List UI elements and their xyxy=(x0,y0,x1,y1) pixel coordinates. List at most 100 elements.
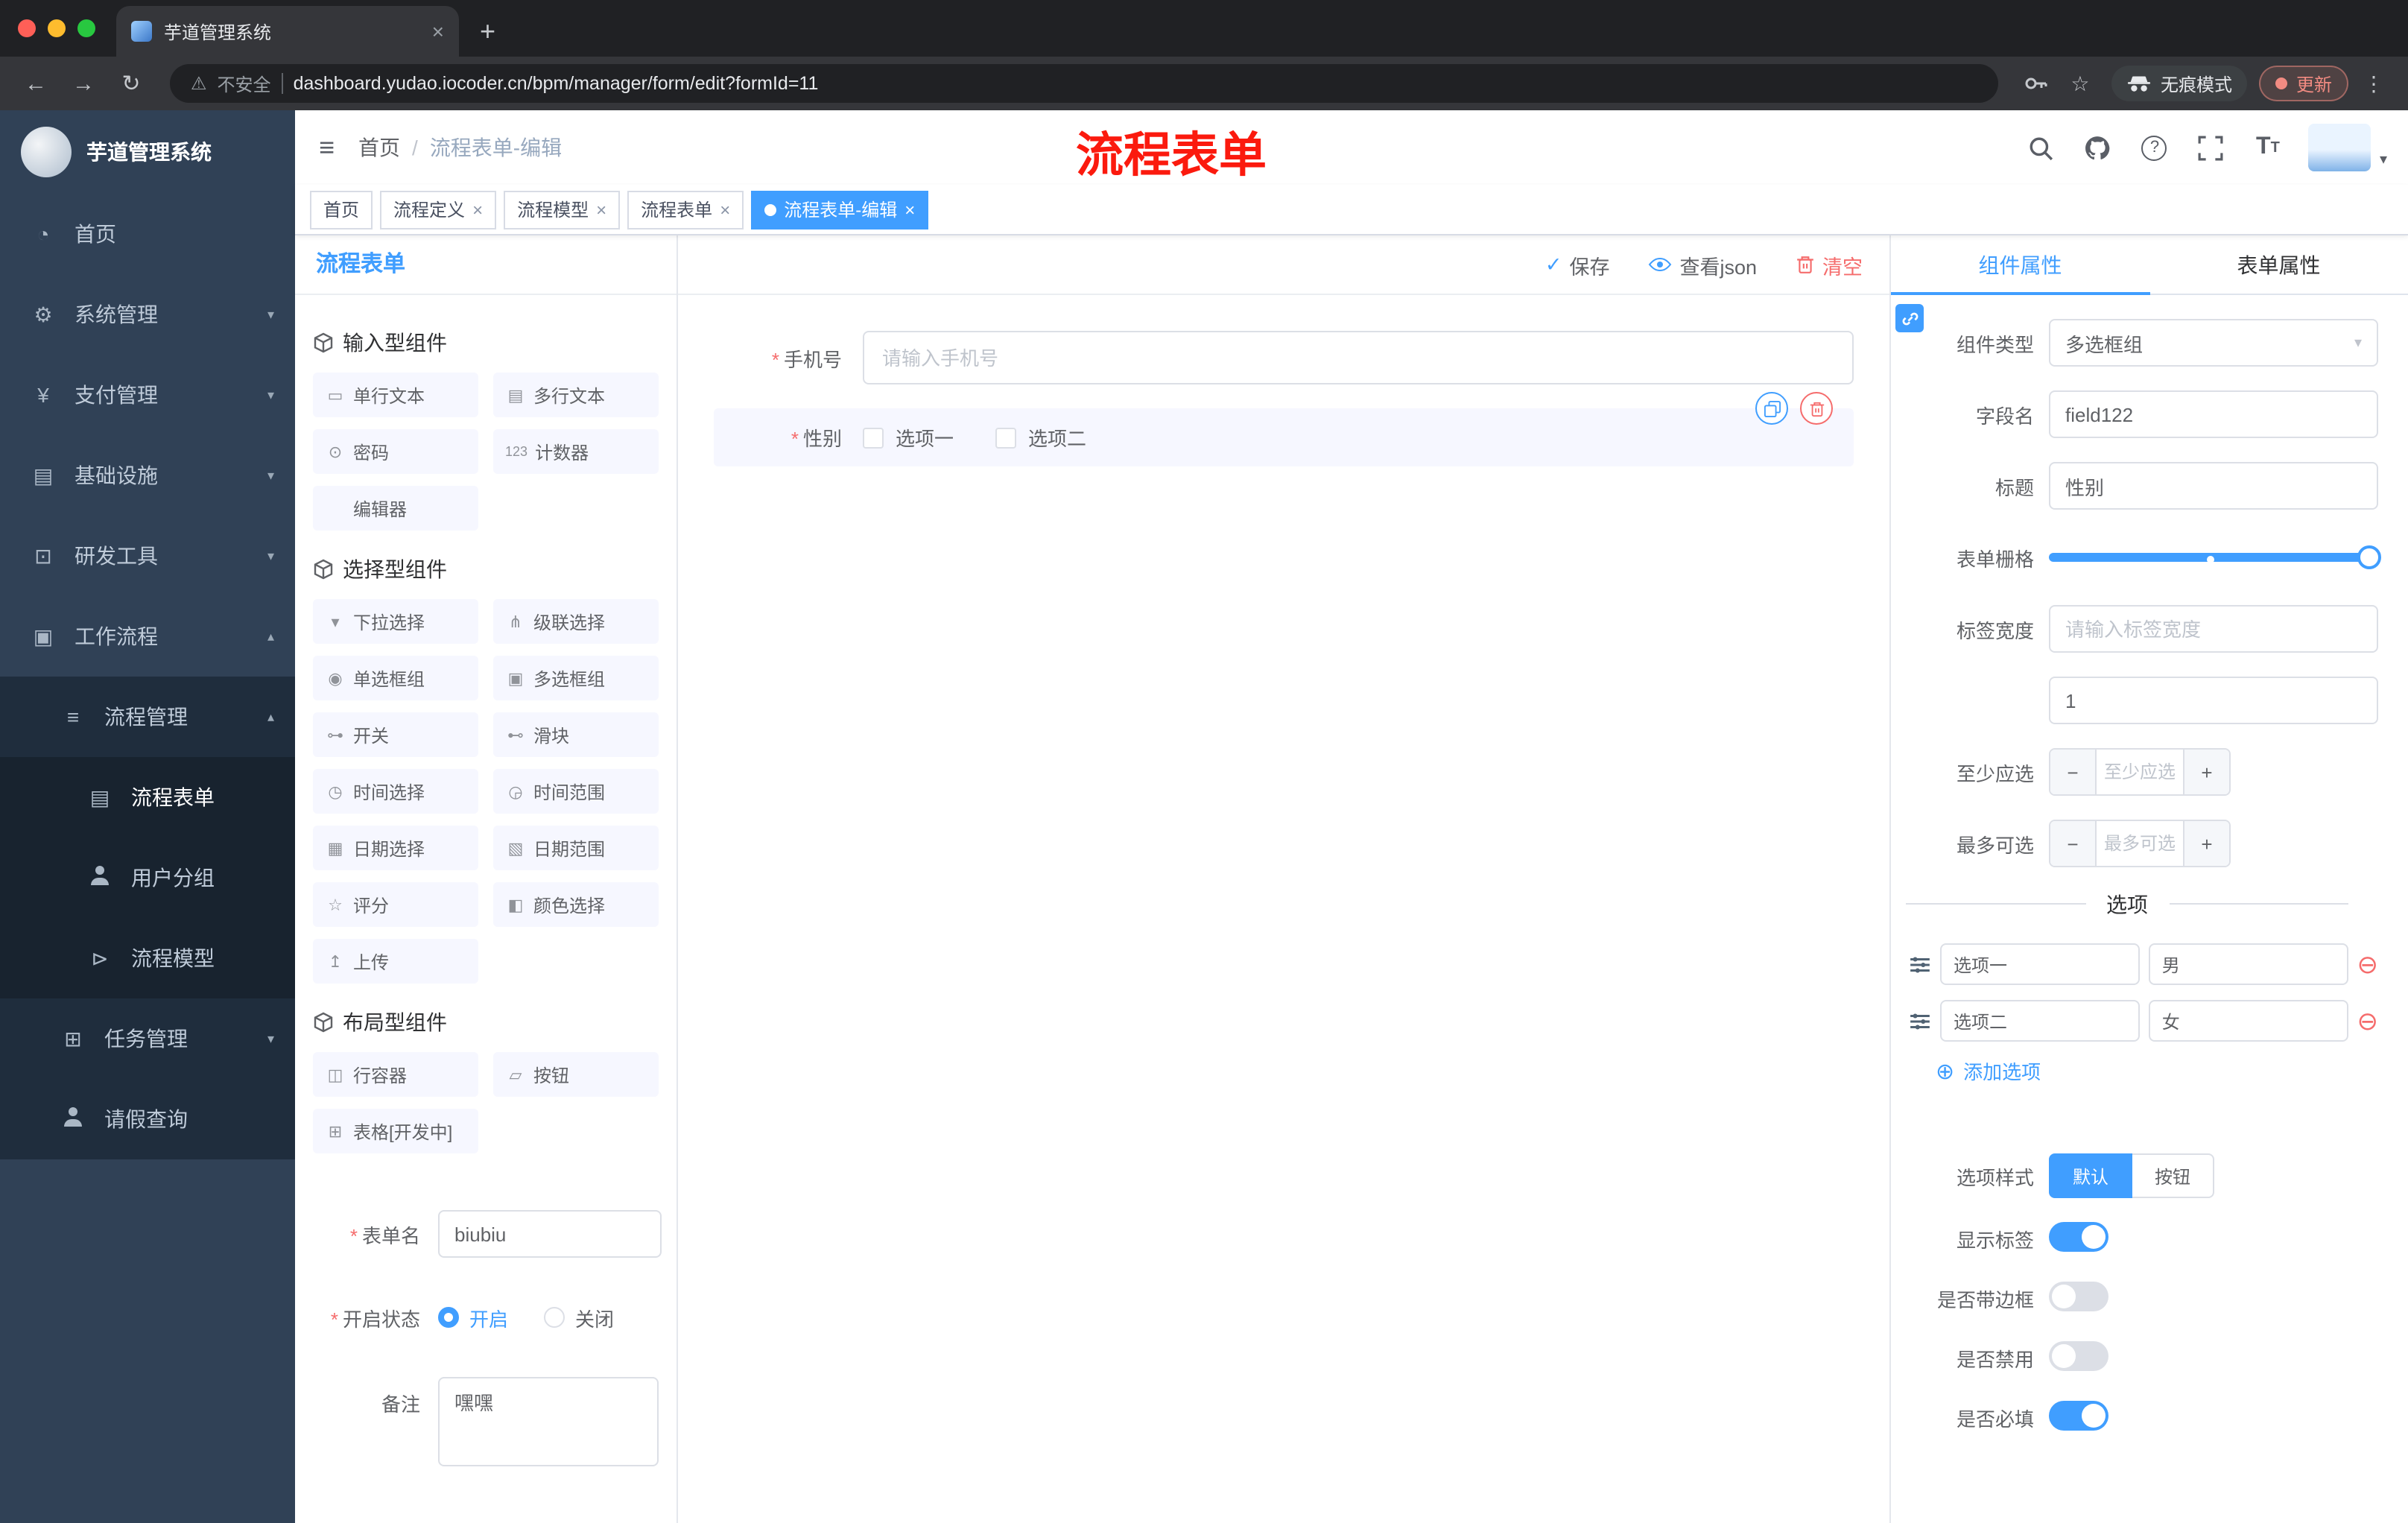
sidebar-item-process-management[interactable]: ≡ 流程管理 ▴ xyxy=(0,677,295,757)
option-label-input[interactable] xyxy=(1940,943,2140,985)
tab-form-props[interactable]: 表单属性 xyxy=(2149,235,2408,294)
password-key-icon[interactable] xyxy=(2016,72,2055,95)
sidebar-item-task-management[interactable]: ⊞ 任务管理 ▾ xyxy=(0,998,295,1079)
browser-menu-icon[interactable]: ⋮ xyxy=(2354,71,2393,96)
component-chip-time-range[interactable]: ◶ 时间范围 xyxy=(493,769,659,814)
min-checked-input[interactable] xyxy=(2095,750,2184,794)
github-icon[interactable] xyxy=(2082,131,2114,164)
sidebar-item-devtools[interactable]: ⊡ 研发工具 ▾ xyxy=(0,516,295,596)
breadcrumb-home[interactable]: 首页 xyxy=(358,133,400,162)
help-icon[interactable]: ? xyxy=(2138,131,2171,164)
canvas-field-gender-selected[interactable]: 性别 选项一 选项二 xyxy=(714,392,1854,466)
sidebar-item-system[interactable]: ⚙ 系统管理 ▾ xyxy=(0,274,295,355)
required-switch[interactable] xyxy=(2049,1401,2108,1431)
sidebar-item-home[interactable]: ◔ 首页 xyxy=(0,194,295,274)
zoom-window-button[interactable] xyxy=(77,19,95,37)
component-chip-date-range[interactable]: ▧ 日期范围 xyxy=(493,826,659,870)
browser-tab[interactable]: 芋道管理系统 × xyxy=(116,6,459,57)
tag-close-icon[interactable]: × xyxy=(596,199,606,220)
phone-input[interactable] xyxy=(863,331,1854,384)
minus-button[interactable]: − xyxy=(2050,750,2095,794)
style-default-button[interactable]: 默认 xyxy=(2049,1153,2133,1198)
tag-close-icon[interactable]: × xyxy=(904,199,915,220)
link-icon[interactable] xyxy=(1895,304,1924,332)
component-chip-rate[interactable]: ☆ 评分 xyxy=(313,882,478,927)
hamburger-icon[interactable]: ≡ xyxy=(295,132,358,163)
status-on-radio[interactable]: 开启 xyxy=(438,1303,508,1332)
grid-slider[interactable] xyxy=(2049,533,2381,581)
tag-home[interactable]: 首页 xyxy=(310,190,373,229)
option-value-input[interactable] xyxy=(2148,1000,2348,1042)
component-chip-text-input[interactable]: ▭ 单行文本 xyxy=(313,373,478,417)
component-type-select[interactable]: 多选框组 ▾ xyxy=(2049,319,2378,367)
status-off-radio[interactable]: 关闭 xyxy=(544,1303,614,1332)
form-remark-textarea[interactable]: 嘿嘿 xyxy=(438,1377,659,1466)
chrome-update-button[interactable]: 更新 xyxy=(2258,66,2348,101)
tab-component-props[interactable]: 组件属性 xyxy=(1891,235,2149,295)
sidebar-item-payment[interactable]: ¥ 支付管理 ▾ xyxy=(0,355,295,435)
back-icon[interactable]: ← xyxy=(15,71,57,96)
title-input[interactable] xyxy=(2049,462,2378,510)
sidebar-item-process-form[interactable]: ▤ 流程表单 xyxy=(0,757,295,838)
border-switch[interactable] xyxy=(2049,1282,2108,1311)
reload-icon[interactable]: ↻ xyxy=(110,70,152,97)
component-chip-switch[interactable]: ⊶ 开关 xyxy=(313,712,478,757)
canvas-field-phone[interactable]: 手机号 xyxy=(714,331,1854,384)
bookmark-star-icon[interactable]: ☆ xyxy=(2061,71,2100,96)
label-width-input[interactable] xyxy=(2049,605,2378,653)
style-button-button[interactable]: 按钮 xyxy=(2132,1153,2215,1198)
tag-process-form[interactable]: 流程表单 × xyxy=(627,190,744,229)
tag-process-model[interactable]: 流程模型 × xyxy=(504,190,621,229)
show-label-switch[interactable] xyxy=(2049,1222,2108,1252)
drag-handle-icon[interactable] xyxy=(1909,954,1931,974)
component-chip-select[interactable]: ▾ 下拉选择 xyxy=(313,599,478,644)
sidebar-item-infrastructure[interactable]: ▤ 基础设施 ▾ xyxy=(0,435,295,516)
option-label-input[interactable] xyxy=(1940,1000,2140,1042)
component-chip-textarea[interactable]: ▤ 多行文本 xyxy=(493,373,659,417)
avatar-caret-icon[interactable]: ▾ xyxy=(2380,152,2387,168)
tab-close-icon[interactable]: × xyxy=(432,19,444,43)
close-window-button[interactable] xyxy=(18,19,36,37)
remove-option-icon[interactable]: ⊖ xyxy=(2357,1008,2379,1033)
url-text[interactable]: dashboard.yudao.iocoder.cn/bpm/manager/f… xyxy=(294,73,819,94)
plus-button[interactable]: + xyxy=(2184,821,2229,866)
tag-close-icon[interactable]: × xyxy=(720,199,730,220)
disabled-switch[interactable] xyxy=(2049,1341,2108,1371)
minus-button[interactable]: − xyxy=(2050,821,2095,866)
gender-option-2-checkbox[interactable]: 选项二 xyxy=(995,423,1086,452)
remove-option-icon[interactable]: ⊖ xyxy=(2357,952,2379,977)
sidebar-item-process-model[interactable]: ⊳ 流程模型 xyxy=(0,918,295,998)
option-value-input[interactable] xyxy=(2148,943,2348,985)
component-chip-password[interactable]: ⊙ 密码 xyxy=(313,429,478,474)
tag-close-icon[interactable]: × xyxy=(472,199,483,220)
search-icon[interactable] xyxy=(2025,131,2058,164)
form-name-input[interactable] xyxy=(438,1210,662,1258)
max-checked-input[interactable] xyxy=(2095,821,2184,866)
sidebar-item-workflow[interactable]: ▣ 工作流程 ▴ xyxy=(0,596,295,677)
minimize-window-button[interactable] xyxy=(48,19,66,37)
address-bar[interactable]: ⚠ 不安全 dashboard.yudao.iocoder.cn/bpm/man… xyxy=(170,64,1998,103)
component-chip-date-picker[interactable]: ▦ 日期选择 xyxy=(313,826,478,870)
forward-icon[interactable]: → xyxy=(63,71,104,96)
component-chip-radio-group[interactable]: ◉ 单选框组 xyxy=(313,656,478,700)
sidebar-item-leave-query[interactable]: 请假查询 xyxy=(0,1079,295,1159)
avatar[interactable] xyxy=(2307,124,2371,171)
copy-field-button[interactable] xyxy=(1755,392,1788,425)
component-chip-slider[interactable]: ⊷ 滑块 xyxy=(493,712,659,757)
tag-process-definition[interactable]: 流程定义 × xyxy=(380,190,497,229)
gender-option-1-checkbox[interactable]: 选项一 xyxy=(863,423,954,452)
slider-handle[interactable] xyxy=(2357,545,2381,569)
component-chip-checkbox-group[interactable]: ▣ 多选框组 xyxy=(493,656,659,700)
font-size-icon[interactable]: TT xyxy=(2252,131,2284,164)
drag-handle-icon[interactable] xyxy=(1909,1011,1931,1030)
new-tab-button[interactable]: + xyxy=(459,16,516,57)
security-label[interactable]: 不安全 xyxy=(218,71,271,96)
component-chip-time-picker[interactable]: ◷ 时间选择 xyxy=(313,769,478,814)
component-chip-upload[interactable]: ↥ 上传 xyxy=(313,939,478,984)
clear-button[interactable]: 清空 xyxy=(1796,250,1863,279)
component-chip-counter[interactable]: 123 计数器 xyxy=(493,429,659,474)
component-chip-cascader[interactable]: ⋔ 级联选择 xyxy=(493,599,659,644)
field-name-input[interactable] xyxy=(2049,390,2378,438)
save-button[interactable]: ✓ 保存 xyxy=(1545,250,1610,279)
delete-field-button[interactable] xyxy=(1800,392,1833,425)
